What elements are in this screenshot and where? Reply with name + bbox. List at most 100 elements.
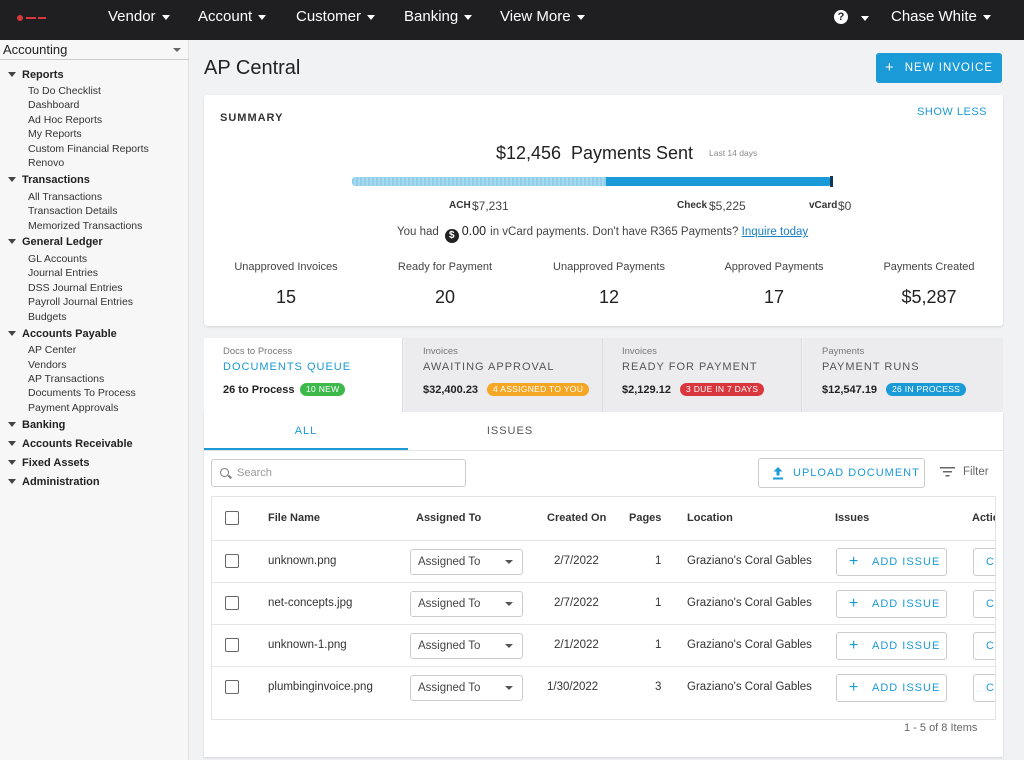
sidebar-item-documents-to-process[interactable]: Documents To Process: [28, 387, 136, 399]
app-logo-icon[interactable]: [14, 12, 54, 24]
summary-card: SUMMARY SHOW LESS $12,456 Payments Sent …: [204, 95, 1003, 326]
caret-down-icon: [8, 478, 16, 484]
created-on: 2/1/2022: [554, 639, 599, 651]
column-header-pages[interactable]: Pages: [629, 497, 661, 540]
status-badge: 3 DUE IN 7 DAYS: [680, 383, 765, 396]
sidebar-item-transaction-details[interactable]: Transaction Details: [28, 205, 117, 217]
sidebar-item-custom-financial-reports[interactable]: Custom Financial Reports: [28, 143, 149, 155]
sidebar-item-to-do-checklist[interactable]: To Do Checklist: [28, 85, 101, 97]
upload-document-button[interactable]: UPLOAD DOCUMENT: [758, 458, 925, 488]
select-all-checkbox[interactable]: [225, 511, 239, 525]
filter-button[interactable]: Filter: [940, 466, 989, 478]
stat-unapproved-invoices[interactable]: Unapproved Invoices 15: [211, 261, 361, 308]
tab-payment-runs[interactable]: Payments PAYMENT RUNS $12,547.19 26 IN P…: [803, 338, 1003, 412]
add-issue-button[interactable]: + ADD ISSUE: [836, 674, 947, 702]
sidebar-group-fixed-assets[interactable]: Fixed Assets: [8, 457, 89, 469]
nav-customer[interactable]: Customer: [296, 0, 376, 40]
vcard-value: $0: [838, 199, 852, 213]
sidebar-item-my-reports[interactable]: My Reports: [28, 128, 82, 140]
status-badge: 10 NEW: [300, 383, 346, 396]
column-header-created-on[interactable]: Created On: [547, 497, 606, 540]
row-checkbox[interactable]: [225, 638, 239, 652]
sidebar-item-memorized-transactions[interactable]: Memorized Transactions: [28, 220, 142, 232]
row-action-button[interactable]: CI: [973, 548, 995, 576]
page-title: AP Central: [204, 57, 301, 79]
sidebar-item-ad-hoc-reports[interactable]: Ad Hoc Reports: [28, 114, 102, 126]
row-action-button[interactable]: CI: [973, 632, 995, 660]
tab-documents-queue[interactable]: Docs to Process DOCUMENTS QUEUE 26 to Pr…: [204, 338, 403, 412]
show-less-link[interactable]: SHOW LESS: [917, 106, 987, 118]
sidebar-item-vendors[interactable]: Vendors: [28, 359, 67, 371]
status-badge: 4 ASSIGNED TO YOU: [487, 383, 590, 396]
table-row: net-concepts.jpg Assigned To 2/7/2022 1 …: [212, 582, 995, 624]
column-header-issues[interactable]: Issues: [835, 497, 869, 540]
stat-approved-payments[interactable]: Approved Payments 17: [699, 261, 849, 308]
sidebar-item-gl-accounts[interactable]: GL Accounts: [28, 253, 87, 265]
tab-divider: [204, 450, 1003, 451]
module-select[interactable]: Accounting: [0, 40, 189, 60]
sidebar-group-accounts-receivable[interactable]: Accounts Receivable: [8, 438, 133, 450]
pages: 1: [655, 639, 662, 651]
column-header-actions[interactable]: Actio: [972, 497, 995, 540]
tab-all[interactable]: ALL: [204, 412, 408, 450]
row-checkbox[interactable]: [225, 596, 239, 610]
sidebar-group-transactions[interactable]: Transactions: [8, 174, 90, 186]
nav-account[interactable]: Account: [198, 0, 267, 40]
tab-issues[interactable]: ISSUES: [408, 412, 612, 450]
search-input[interactable]: Search: [211, 459, 466, 487]
help-circle-icon[interactable]: ?: [834, 10, 848, 24]
add-issue-button[interactable]: + ADD ISSUE: [836, 632, 947, 660]
sidebar-group-administration[interactable]: Administration: [8, 476, 100, 488]
sidebar-group-general-ledger[interactable]: General Ledger: [8, 236, 103, 248]
sidebar-group-reports[interactable]: Reports: [8, 69, 64, 81]
tab-awaiting-approval[interactable]: Invoices AWAITING APPROVAL $32,400.23 4 …: [404, 338, 603, 412]
inquire-today-link[interactable]: Inquire today: [742, 226, 809, 238]
sidebar-item-dashboard[interactable]: Dashboard: [28, 99, 79, 111]
row-checkbox[interactable]: [225, 554, 239, 568]
row-action-button[interactable]: CI: [973, 674, 995, 702]
plus-icon: +: [849, 679, 860, 696]
chevron-down-icon: [161, 14, 170, 20]
column-header-location[interactable]: Location: [687, 497, 733, 540]
tab-ready-for-payment[interactable]: Invoices READY FOR PAYMENT $2,129.12 3 D…: [603, 338, 802, 412]
chevron-down-icon: [258, 14, 267, 20]
new-invoice-button[interactable]: + NEW INVOICE: [876, 53, 1002, 83]
assigned-to-select[interactable]: Assigned To: [410, 591, 523, 617]
file-name[interactable]: unknown.png: [268, 541, 336, 582]
sidebar-item-journal-entries[interactable]: Journal Entries: [28, 267, 98, 279]
stat-unapproved-payments[interactable]: Unapproved Payments 12: [534, 261, 684, 308]
row-checkbox[interactable]: [225, 680, 239, 694]
sidebar-item-ap-transactions[interactable]: AP Transactions: [28, 373, 104, 385]
add-issue-button[interactable]: + ADD ISSUE: [836, 548, 947, 576]
chevron-down-icon[interactable]: [861, 16, 869, 21]
column-header-assigned-to[interactable]: Assigned To: [416, 497, 481, 540]
column-header-file-name[interactable]: File Name: [268, 497, 320, 540]
nav-banking[interactable]: Banking: [404, 0, 473, 40]
assigned-to-select[interactable]: Assigned To: [410, 549, 523, 575]
sidebar-item-ap-center[interactable]: AP Center: [28, 344, 76, 356]
file-name[interactable]: plumbinginvoice.png: [268, 667, 373, 708]
sidebar-group-banking[interactable]: Banking: [8, 419, 65, 431]
sidebar-item-payment-approvals[interactable]: Payment Approvals: [28, 402, 118, 414]
plus-icon: +: [849, 553, 860, 570]
row-action-button[interactable]: CI: [973, 590, 995, 618]
file-name[interactable]: unknown-1.png: [268, 625, 347, 666]
assigned-to-select[interactable]: Assigned To: [410, 633, 523, 659]
sidebar-item-renovo[interactable]: Renovo: [28, 157, 64, 169]
sidebar-item-budgets[interactable]: Budgets: [28, 311, 67, 323]
nav-view-more[interactable]: View More: [500, 0, 585, 40]
sidebar-group-accounts-payable[interactable]: Accounts Payable: [8, 328, 117, 340]
sidebar-item-payroll-journal-entries[interactable]: Payroll Journal Entries: [28, 296, 133, 308]
table-row: unknown-1.png Assigned To 2/1/2022 1 Gra…: [212, 624, 995, 666]
nav-vendor[interactable]: Vendor: [108, 0, 170, 40]
sidebar-item-dss-journal-entries[interactable]: DSS Journal Entries: [28, 282, 123, 294]
caret-down-icon: [8, 330, 16, 336]
sidebar-item-all-transactions[interactable]: All Transactions: [28, 191, 102, 203]
stat-ready-for-payment[interactable]: Ready for Payment 20: [370, 261, 520, 308]
add-issue-button[interactable]: + ADD ISSUE: [836, 590, 947, 618]
stat-payments-created[interactable]: Payments Created $5,287: [854, 261, 1004, 308]
filter-icon: [940, 467, 955, 477]
user-menu[interactable]: Chase White: [891, 0, 991, 40]
assigned-to-select[interactable]: Assigned To: [410, 675, 523, 701]
file-name[interactable]: net-concepts.jpg: [268, 583, 352, 624]
